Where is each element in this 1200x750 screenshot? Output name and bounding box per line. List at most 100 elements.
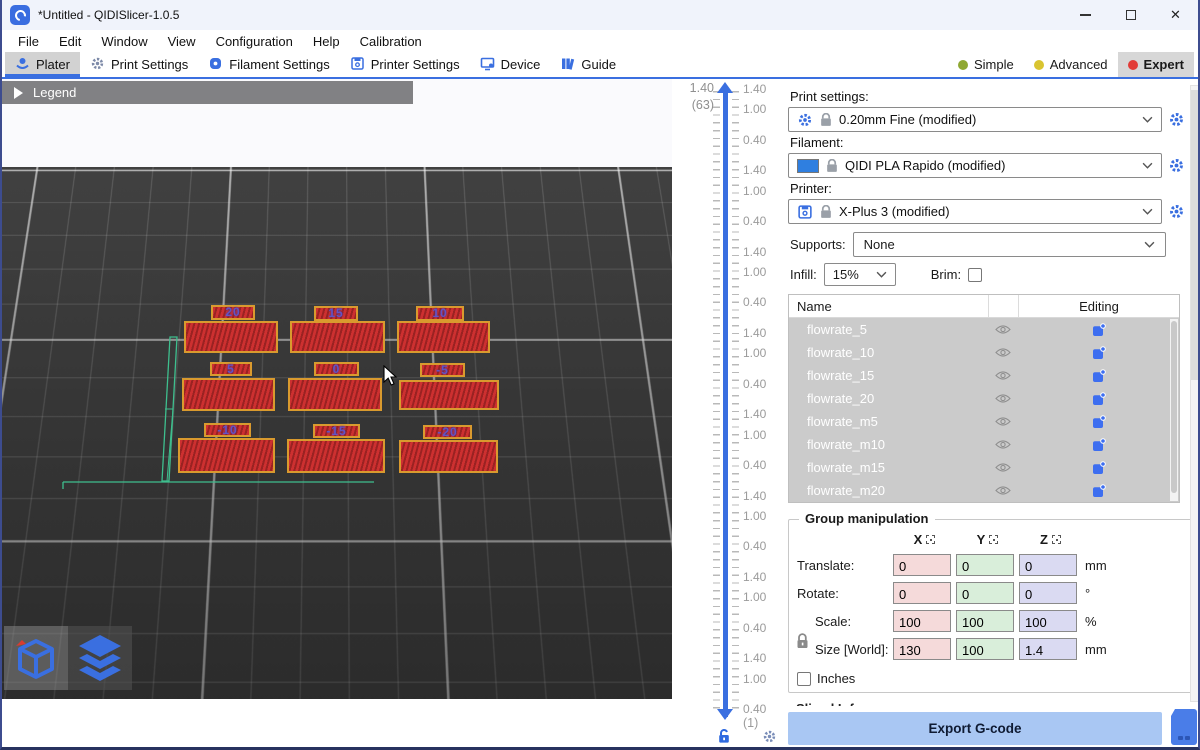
layer-slider-upper-thumb[interactable] <box>717 82 733 93</box>
minimize-button[interactable] <box>1063 0 1108 30</box>
brim-checkbox[interactable] <box>968 268 982 282</box>
layer-slider-lower-thumb[interactable] <box>717 709 733 720</box>
object-row-flowrate_m15[interactable]: flowrate_m15 <box>789 456 1179 479</box>
flowrate-object--15[interactable] <box>287 439 385 473</box>
edit-icon[interactable] <box>1018 369 1179 383</box>
layer-tick-label: 1.40 <box>743 246 766 259</box>
object-row-flowrate_m10[interactable]: flowrate_m10 <box>789 433 1179 456</box>
layer-slider-settings-icon[interactable] <box>762 729 777 747</box>
flowrate-object-20[interactable] <box>184 321 278 353</box>
eye-icon[interactable] <box>988 347 1018 358</box>
tab-plater[interactable]: Plater <box>5 52 80 77</box>
rotate-z-field[interactable] <box>1019 582 1077 604</box>
menu-item-configuration[interactable]: Configuration <box>206 34 303 49</box>
translate-y-field[interactable] <box>956 554 1014 576</box>
3d-viewport[interactable]: 20 15 10 5 0 -5 -10 -15 -20 Legend <box>2 79 672 750</box>
layer-slider[interactable] <box>723 89 728 717</box>
menu-item-help[interactable]: Help <box>303 34 350 49</box>
object-row-flowrate_m5[interactable]: flowrate_m5 <box>789 410 1179 433</box>
print-settings-combo[interactable]: 0.20mm Fine (modified) <box>788 107 1162 132</box>
flowrate-object--10[interactable] <box>178 438 275 473</box>
rotate-y-field[interactable] <box>956 582 1014 604</box>
eye-icon[interactable] <box>988 462 1018 473</box>
flowrate-object-5[interactable] <box>182 378 275 411</box>
object-name: flowrate_20 <box>789 391 988 406</box>
tab-filament-settings[interactable]: Filament Settings <box>198 52 339 77</box>
menu-item-edit[interactable]: Edit <box>49 34 91 49</box>
eye-icon[interactable] <box>988 416 1018 427</box>
mode-advanced[interactable]: Advanced <box>1024 52 1118 77</box>
flowrate-tab-20[interactable]: 20 <box>211 305 255 320</box>
flowrate-tab-0[interactable]: 0 <box>314 362 359 376</box>
scale-lock-icon[interactable] <box>795 632 810 653</box>
editor-view-button[interactable] <box>4 626 68 690</box>
menu-item-calibration[interactable]: Calibration <box>350 34 432 49</box>
edit-icon[interactable] <box>1018 323 1179 337</box>
scale-x-field[interactable] <box>893 610 951 632</box>
object-row-flowrate_20[interactable]: flowrate_20 <box>789 387 1179 410</box>
eye-icon[interactable] <box>988 439 1018 450</box>
flowrate-object--5[interactable] <box>399 380 499 410</box>
edit-icon[interactable] <box>1018 484 1179 498</box>
printer-gear-button[interactable] <box>1168 203 1185 220</box>
scale-y-field[interactable] <box>956 610 1014 632</box>
flowrate-tab--5[interactable]: -5 <box>420 363 465 377</box>
edit-icon[interactable] <box>1018 346 1179 360</box>
flowrate-tab-15[interactable]: 15 <box>314 306 358 321</box>
printer-combo[interactable]: X-Plus 3 (modified) <box>788 199 1162 224</box>
object-row-flowrate_m20[interactable]: flowrate_m20 <box>789 479 1179 502</box>
size-world-z-field[interactable] <box>1019 638 1077 660</box>
edit-icon[interactable] <box>1018 415 1179 429</box>
eye-icon[interactable] <box>988 324 1018 335</box>
object-list-scrollbar[interactable] <box>1170 319 1178 501</box>
legend-toggle[interactable]: Legend <box>2 81 413 104</box>
preview-view-button[interactable] <box>68 626 132 690</box>
eye-icon[interactable] <box>988 485 1018 496</box>
mode-expert[interactable]: Expert <box>1118 52 1194 77</box>
inches-checkbox[interactable] <box>797 672 811 686</box>
size-world-x-field[interactable] <box>893 638 951 660</box>
export-gcode-button[interactable]: Export G-code <box>788 712 1162 745</box>
flowrate-tab-5[interactable]: 5 <box>210 362 252 376</box>
object-row-flowrate_10[interactable]: flowrate_10 <box>789 341 1179 364</box>
scale-z-field[interactable] <box>1019 610 1077 632</box>
object-row-flowrate_15[interactable]: flowrate_15 <box>789 364 1179 387</box>
eye-icon[interactable] <box>988 370 1018 381</box>
print-settings-gear-button[interactable] <box>1168 111 1185 128</box>
flowrate-tab--10[interactable]: -10 <box>204 423 251 437</box>
tab-print-settings[interactable]: Print Settings <box>80 52 198 77</box>
flowrate-tab-10[interactable]: 10 <box>416 306 464 321</box>
edit-icon[interactable] <box>1018 438 1179 452</box>
supports-combo[interactable]: None <box>853 232 1166 257</box>
layer-tick-label: 1.00 <box>743 429 766 442</box>
translate-z-field[interactable] <box>1019 554 1077 576</box>
menu-item-view[interactable]: View <box>158 34 206 49</box>
flowrate-object-15[interactable] <box>290 321 385 353</box>
flowrate-object--20[interactable] <box>399 440 498 473</box>
tab-guide[interactable]: Guide <box>550 52 626 77</box>
eye-icon[interactable] <box>988 393 1018 404</box>
object-row-flowrate_5[interactable]: flowrate_5 <box>789 318 1179 341</box>
mode-simple[interactable]: Simple <box>948 52 1024 77</box>
layer-slider-lock-icon[interactable] <box>716 728 732 747</box>
size-world-y-field[interactable] <box>956 638 1014 660</box>
edit-icon[interactable] <box>1018 461 1179 475</box>
sidebar-scrollbar[interactable] <box>1190 85 1199 702</box>
maximize-button[interactable] <box>1108 0 1153 30</box>
translate-x-field[interactable] <box>893 554 951 576</box>
menu-item-window[interactable]: Window <box>91 34 157 49</box>
infill-combo[interactable]: 15% <box>824 263 896 286</box>
flowrate-object-0[interactable] <box>288 378 382 411</box>
menu-item-file[interactable]: File <box>8 34 49 49</box>
close-button[interactable]: ✕ <box>1153 0 1198 30</box>
tab-device[interactable]: Device <box>470 52 551 77</box>
gm-label: Size [World]: <box>797 642 893 657</box>
flowrate-tab--15[interactable]: -15 <box>313 424 360 438</box>
edit-icon[interactable] <box>1018 392 1179 406</box>
flowrate-tab--20[interactable]: -20 <box>423 425 472 439</box>
filament-combo[interactable]: QIDI PLA Rapido (modified) <box>788 153 1162 178</box>
tab-printer-settings[interactable]: Printer Settings <box>340 52 470 77</box>
rotate-x-field[interactable] <box>893 582 951 604</box>
filament-gear-button[interactable] <box>1168 157 1185 174</box>
flowrate-object-10[interactable] <box>397 321 490 353</box>
